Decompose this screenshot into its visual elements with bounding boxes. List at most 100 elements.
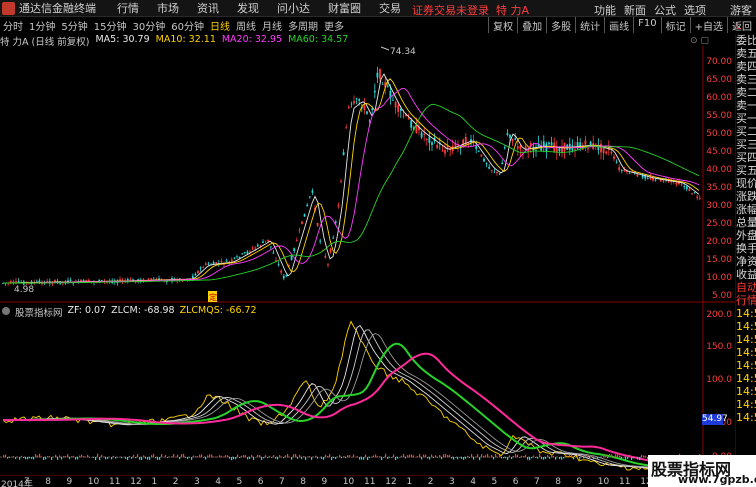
histogram-bar — [645, 455, 647, 458]
price-tick: 60.00 — [706, 93, 732, 103]
indicator-name[interactable]: 股票指标网 — [15, 305, 63, 319]
histogram-bar — [163, 456, 165, 458]
histogram-bar — [529, 457, 531, 461]
histogram-bar — [161, 453, 163, 458]
candle-body — [51, 283, 54, 285]
zf-value: ZF: 0.07 — [67, 305, 107, 316]
price-tick: 30.00 — [706, 201, 732, 211]
candle-body — [254, 247, 257, 249]
candle-body — [587, 148, 589, 150]
histogram-bar — [361, 457, 363, 460]
histogram-bar — [203, 457, 205, 458]
candle-body — [74, 279, 77, 281]
candle-body — [410, 120, 413, 128]
histogram-bar — [427, 457, 429, 459]
histogram-bar — [477, 454, 479, 458]
histogram-bar — [585, 455, 587, 458]
histogram-bar — [347, 455, 349, 458]
price-tick: 5.00 — [711, 291, 732, 301]
sidebar-item: 现价 — [736, 177, 756, 190]
histogram-bar — [487, 453, 489, 458]
sidebar-item: 14:5 — [736, 320, 756, 333]
histogram-bar — [303, 456, 305, 458]
histogram-bar — [327, 455, 329, 458]
candle-body — [259, 245, 262, 247]
histogram-bar — [541, 457, 543, 460]
date-tick: 7 — [279, 477, 285, 487]
histogram-bar — [583, 457, 585, 459]
sidebar-item: 14:5 — [736, 359, 756, 372]
histogram-bar — [519, 457, 521, 458]
histogram-bar — [395, 457, 397, 461]
candle-body — [324, 256, 327, 258]
gear-icon[interactable] — [2, 307, 10, 315]
histogram-bar — [629, 454, 631, 458]
histogram-bar — [277, 457, 279, 460]
histogram-bar — [575, 456, 577, 458]
candle-body — [256, 244, 259, 247]
histogram-bar — [189, 457, 191, 458]
histogram-bar — [639, 457, 641, 461]
candle-body — [272, 252, 275, 254]
candle-body — [199, 267, 202, 269]
date-tick: 3 — [449, 477, 455, 487]
histogram-bar — [557, 456, 559, 458]
date-tick: 6 — [257, 477, 264, 487]
indicator-lines — [2, 320, 700, 473]
histogram-bar — [209, 454, 211, 458]
sidebar-item: 委比 — [736, 34, 756, 47]
histogram-bar — [83, 456, 85, 458]
histogram-bar — [107, 457, 109, 459]
histogram-bar — [149, 457, 151, 460]
histogram-bar — [577, 454, 579, 458]
candle-body — [514, 138, 517, 140]
histogram-bar — [165, 454, 167, 458]
histogram-bar — [453, 457, 455, 460]
histogram-bar — [521, 455, 523, 458]
histogram-bar — [27, 457, 29, 460]
histogram-bar — [429, 457, 431, 460]
candle-body — [220, 261, 223, 262]
date-tick: 8 — [300, 477, 306, 487]
candle-body — [691, 192, 693, 194]
histogram-bar — [569, 454, 571, 458]
histogram-bar — [69, 457, 71, 460]
histogram-bar — [547, 455, 549, 458]
candle-body — [15, 280, 17, 282]
histogram-bar — [283, 457, 285, 459]
histogram-bar — [141, 457, 143, 461]
candle-body — [511, 138, 514, 141]
candle-body — [241, 253, 244, 255]
candle-body — [308, 196, 311, 198]
histogram-bar — [443, 454, 445, 458]
candle-body — [191, 275, 194, 279]
histogram-bar — [235, 457, 237, 460]
histogram-bar — [275, 457, 277, 459]
candle-body — [662, 180, 665, 182]
histogram-bar — [273, 455, 275, 458]
candle-body — [516, 146, 519, 149]
histogram-bar — [607, 457, 609, 459]
histogram-bar — [489, 456, 491, 458]
histogram-bar — [379, 456, 381, 458]
candle-body — [316, 223, 319, 226]
histogram-bar — [591, 455, 593, 458]
histogram-bar — [617, 453, 619, 458]
candle-body — [366, 111, 368, 114]
histogram-bar — [609, 454, 611, 458]
candle-body — [373, 90, 376, 93]
histogram-bar — [157, 457, 159, 460]
date-tick: 11 — [109, 477, 121, 487]
histogram-bar — [329, 454, 331, 458]
price-tick: 35.00 — [706, 183, 732, 193]
histogram-bar — [495, 454, 497, 458]
candle-body — [355, 98, 358, 100]
ma20-line — [3, 87, 700, 284]
histogram-bar — [155, 457, 157, 459]
candle-body — [501, 162, 504, 165]
max-pointer — [380, 46, 390, 51]
histogram-bar — [437, 457, 439, 458]
histogram-bar — [307, 456, 309, 458]
candle-body — [397, 105, 400, 112]
histogram-bar — [407, 455, 409, 458]
